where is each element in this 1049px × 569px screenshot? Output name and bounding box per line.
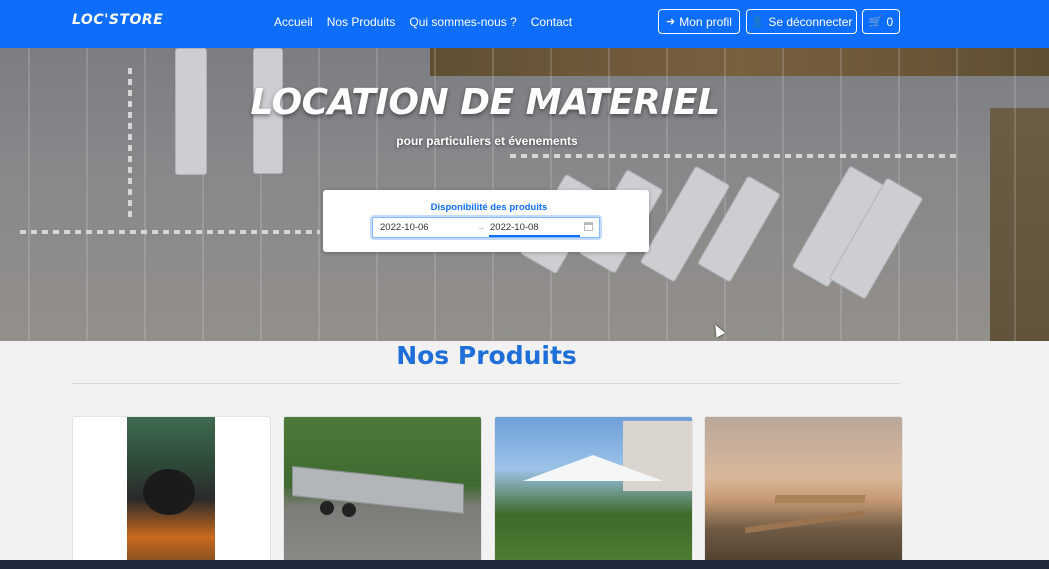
profile-label: Mon profil — [679, 14, 732, 29]
date-range-picker[interactable]: 2022-10-06 → 2022-10-08 — [372, 217, 600, 238]
arrow-right-icon: → — [477, 223, 485, 232]
cart-count: 0 — [886, 14, 894, 29]
nav-links: Accueil Nos Produits Qui sommes-nous ? C… — [274, 15, 586, 29]
nav-link-accueil[interactable]: Accueil — [274, 15, 313, 29]
hero-title: LOCATION DE MATERIEL — [250, 82, 720, 123]
wheel-shape — [320, 501, 334, 515]
end-date-input[interactable]: 2022-10-08 — [490, 222, 539, 233]
bench-shape — [745, 510, 865, 534]
user-plus-icon: 👤 — [750, 16, 765, 28]
os-taskbar — [0, 560, 1049, 569]
product-image-cooking-pot[interactable] — [127, 417, 215, 567]
products-title: Nos Produits — [396, 341, 577, 370]
logout-button[interactable]: 👤 Se déconnecter — [746, 9, 857, 34]
cart-button[interactable]: 🛒 0 — [862, 9, 900, 34]
nav-link-contact[interactable]: Contact — [531, 15, 572, 29]
logout-label: Se déconnecter — [768, 14, 853, 29]
product-image-trailer[interactable] — [284, 417, 481, 567]
active-input-underline — [489, 235, 580, 237]
hero-subtitle: pour particuliers et évenements — [396, 134, 578, 148]
availability-card: Disponibilité des produits 2022-10-06 → … — [323, 190, 649, 252]
tent-roof-shape — [523, 455, 663, 481]
pot-shape — [143, 469, 195, 515]
availability-title: Disponibilité des produits — [430, 202, 548, 213]
product-image-tent[interactable] — [495, 417, 692, 567]
hero-banner: LOCATION DE MATERIEL pour particuliers e… — [0, 48, 1049, 341]
product-card[interactable] — [494, 416, 693, 568]
cart-icon: 🛒 — [868, 16, 883, 28]
navbar: LOC'STORE Accueil Nos Produits Qui somme… — [0, 0, 1049, 48]
wheel-shape — [342, 503, 356, 517]
product-card[interactable] — [72, 416, 271, 568]
product-card[interactable] — [283, 416, 482, 568]
nav-link-qui-sommes-nous[interactable]: Qui sommes-nous ? — [409, 15, 516, 29]
calendar-icon[interactable] — [584, 222, 593, 231]
sign-in-icon: ➜ — [666, 16, 676, 28]
nav-link-nos-produits[interactable]: Nos Produits — [327, 15, 396, 29]
divider — [72, 383, 900, 384]
product-image-picnic-table[interactable] — [705, 417, 902, 567]
table-shape — [774, 495, 866, 503]
trailer-shape — [292, 465, 464, 515]
product-card[interactable] — [704, 416, 903, 568]
brand-logo[interactable]: LOC'STORE — [72, 12, 163, 28]
profile-button[interactable]: ➜ Mon profil — [658, 9, 740, 34]
start-date-input[interactable]: 2022-10-06 — [380, 222, 429, 233]
